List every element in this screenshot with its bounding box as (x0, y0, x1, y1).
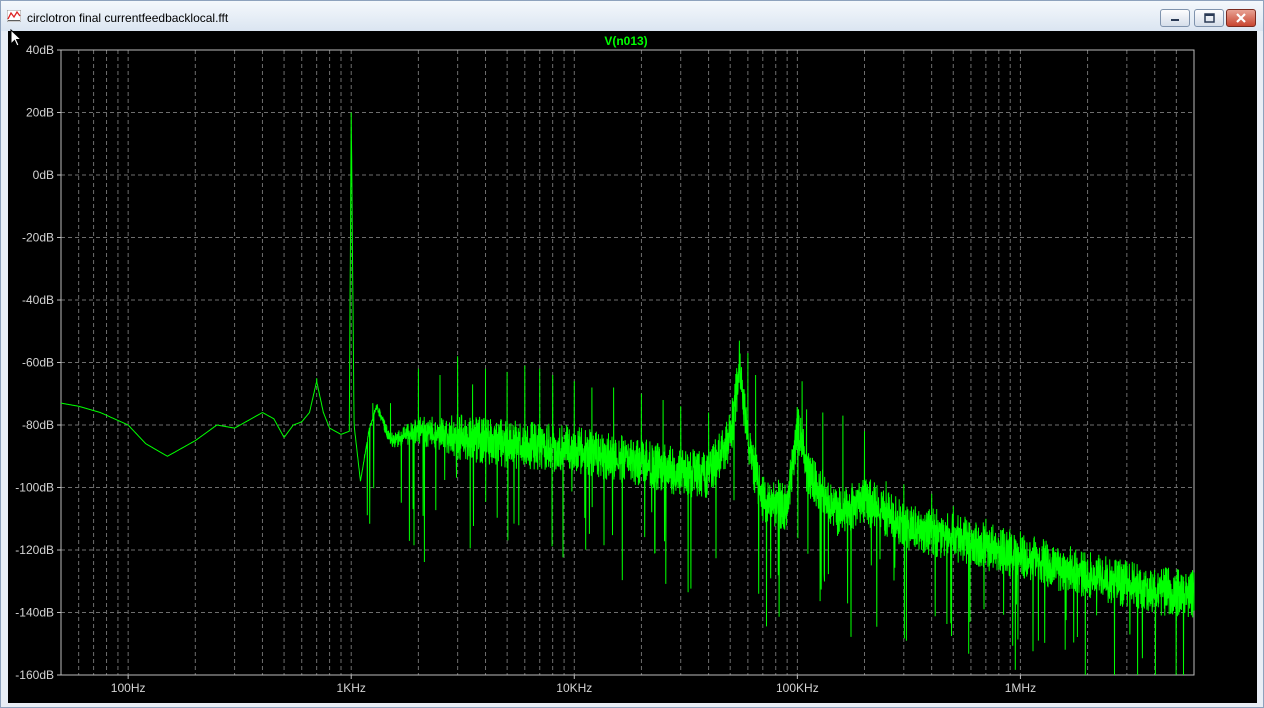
close-button[interactable] (1226, 9, 1256, 27)
minimize-button[interactable] (1160, 9, 1190, 27)
ltspice-fft-window: circlotron final currentfeedbacklocal.ff… (0, 0, 1264, 708)
mouse-pointer-icon (10, 29, 22, 47)
title-bar[interactable]: circlotron final currentfeedbacklocal.ff… (1, 1, 1263, 31)
x-tick-label: 100Hz (111, 681, 146, 695)
minimize-icon (1171, 19, 1179, 21)
y-tick-label: 40dB (26, 43, 54, 57)
waveform-app-icon (7, 10, 21, 22)
y-tick-label: -140dB (15, 606, 54, 620)
x-tick-label: 100KHz (776, 681, 819, 695)
plot-area[interactable]: 40dB 20dB 0dB -20dB -40dB -60dB -80dB -100dB -12… (8, 31, 1257, 703)
maximize-button[interactable] (1194, 9, 1224, 27)
maximize-icon (1204, 13, 1215, 23)
y-tick-label: -60dB (22, 356, 54, 370)
y-tick-label: -20dB (22, 231, 54, 245)
chart-title[interactable]: V(n013) (604, 34, 647, 48)
fft-chart[interactable]: 40dB 20dB 0dB -20dB -40dB -60dB -80dB -100dB -12… (8, 31, 1257, 703)
grid (60, 49, 1195, 676)
y-tick-label: 0dB (33, 168, 54, 182)
window-title: circlotron final currentfeedbacklocal.ff… (27, 11, 229, 25)
x-tick-label: 1MHz (1005, 681, 1036, 695)
y-tick-label: -120dB (15, 543, 54, 557)
x-tick-label: 10KHz (556, 681, 592, 695)
close-icon (1236, 13, 1246, 23)
y-tick-label: -80dB (22, 418, 54, 432)
x-tick-label: 1KHz (337, 681, 366, 695)
y-tick-label: -40dB (22, 293, 54, 307)
trace-v-n013 (60, 112, 1195, 676)
y-tick-label: -160dB (15, 668, 54, 682)
y-tick-label: -100dB (15, 481, 54, 495)
y-tick-label: 20dB (26, 106, 54, 120)
